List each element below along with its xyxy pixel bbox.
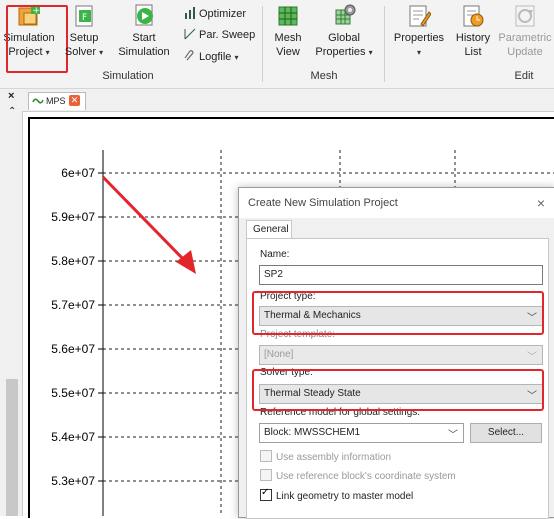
annotation-arrow <box>101 175 196 274</box>
